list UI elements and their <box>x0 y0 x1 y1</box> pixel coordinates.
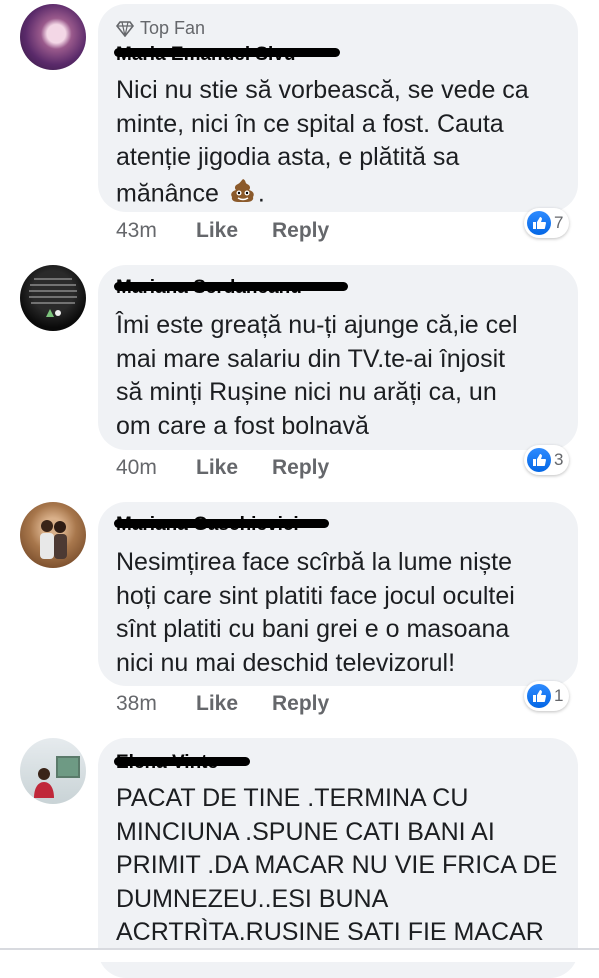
avatar[interactable] <box>20 4 86 70</box>
redaction-bar <box>114 282 348 291</box>
redaction-bar <box>114 757 250 766</box>
thumbs-up-icon <box>527 211 551 235</box>
comment-text: PACAT DE TINE .TERMINA CU MINCIUNA .SPUN… <box>116 784 558 946</box>
avatar-text-image-icon <box>29 278 77 317</box>
comment-text: Nesimțirea face scîrbă la lume niște hoț… <box>116 548 515 677</box>
comment-text-suffix: . <box>257 178 265 207</box>
diamond-icon <box>116 20 134 37</box>
badge-label: Top Fan <box>140 18 206 38</box>
avatar-people-photo-icon <box>40 520 67 559</box>
timestamp[interactable]: 43m <box>116 219 157 243</box>
like-button[interactable]: Like <box>196 456 238 480</box>
redaction-bar <box>114 519 329 528</box>
reaction-summary[interactable]: 3 <box>524 445 570 475</box>
reaction-count: 3 <box>554 450 564 469</box>
timestamp[interactable]: 40m <box>116 456 157 480</box>
reaction-summary[interactable]: 7 <box>524 208 570 238</box>
avatar[interactable] <box>20 265 86 331</box>
avatar[interactable] <box>20 738 86 804</box>
thumbs-up-icon <box>527 448 551 472</box>
comment-text-content: Nici nu stie să vorbească, se vede ca mi… <box>116 76 529 207</box>
reply-button[interactable]: Reply <box>272 219 329 243</box>
comment-bubble: Elena Vinte PACAT DE TINE .TERMINA CU MI… <box>98 738 578 978</box>
comment-bubble: Mariana Serdaneanu Îmi este greață nu-ți… <box>98 265 578 450</box>
reaction-count: 7 <box>554 213 564 232</box>
timestamp[interactable]: 38m <box>116 692 157 716</box>
reaction-summary[interactable]: 1 <box>524 681 570 711</box>
avatar[interactable] <box>20 502 86 568</box>
comment-text: Nici nu stie să vorbească, se vede ca mi… <box>116 74 560 214</box>
comment-bubble: Mariana Gaschievici Nesimțirea face scîr… <box>98 502 578 686</box>
poop-emoji-icon <box>228 175 258 215</box>
top-fan-badge: Top Fan <box>116 18 205 39</box>
redaction-bar <box>114 48 340 57</box>
reply-button[interactable]: Reply <box>272 692 329 716</box>
avatar-person-photo-icon <box>34 756 80 798</box>
reply-button[interactable]: Reply <box>272 456 329 480</box>
reaction-count: 1 <box>554 686 564 705</box>
like-button[interactable]: Like <box>196 692 238 716</box>
like-button[interactable]: Like <box>196 219 238 243</box>
thumbs-up-icon <box>527 684 551 708</box>
comment-bubble: Top Fan Maria Emanuel Sivu Nici nu stie … <box>98 4 578 212</box>
comment-text: Îmi este greață nu-ți ajunge că,ie cel m… <box>116 311 518 440</box>
